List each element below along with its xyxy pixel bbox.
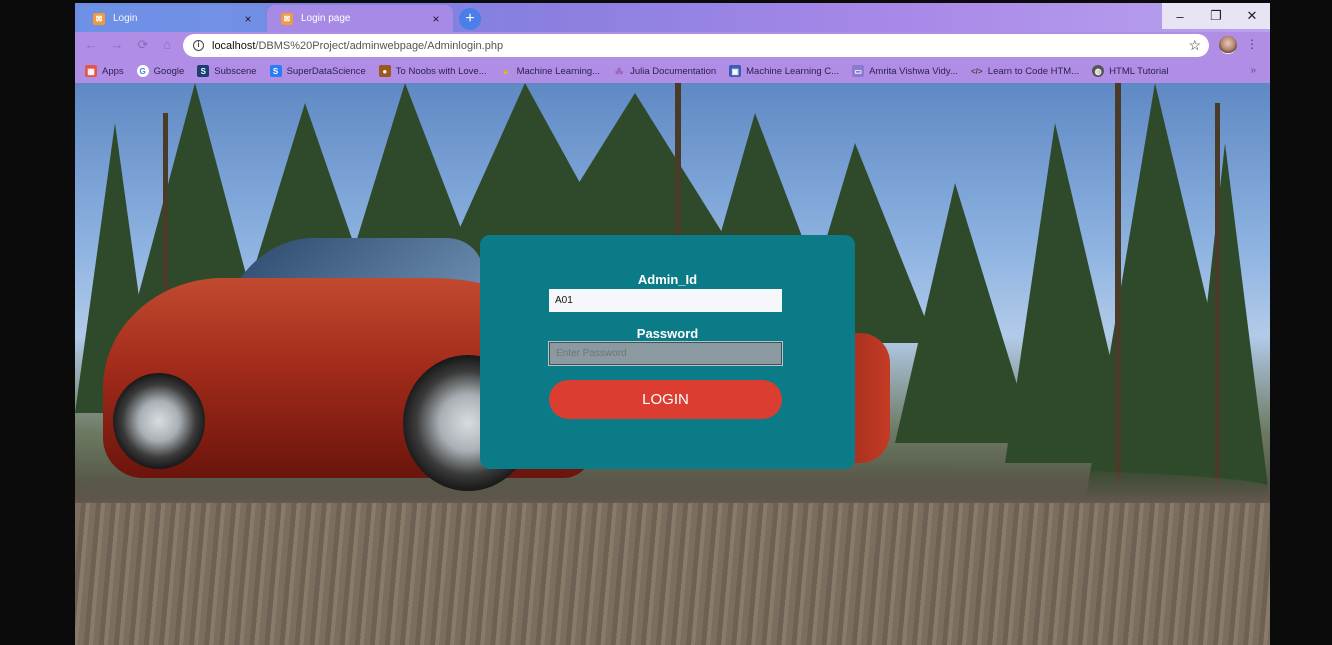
menu-icon[interactable]: ⋮ <box>1246 37 1258 53</box>
bookmark-label: Google <box>153 65 185 77</box>
bookmark-label: Learn to Code HTM... <box>987 65 1080 77</box>
url-path: /DBMS%20Project/adminwebpage/Adminlogin.… <box>255 39 504 52</box>
url-host: localhost <box>212 39 256 52</box>
bookmark-label: Julia Documentation <box>630 65 717 77</box>
login-card: Admin_Id Password LOGIN <box>480 235 855 469</box>
bookmark-superdatascience[interactable]: S SuperDataScience <box>269 65 366 77</box>
bookmarks-more-icon[interactable]: » <box>1250 65 1256 76</box>
apps-icon: ▦ <box>85 65 97 77</box>
bookmark-ml-course[interactable]: ▣ Machine Learning C... <box>729 65 839 77</box>
bookmark-label: Machine Learning... <box>516 65 601 77</box>
tab-close-icon[interactable]: × <box>241 12 255 26</box>
bookmark-julia[interactable]: ⁂ Julia Documentation <box>613 65 716 77</box>
url-text[interactable]: localhost/DBMS%20Project/adminwebpage/Ad… <box>212 40 503 52</box>
bookmark-label: HTML Tutorial <box>1109 65 1169 77</box>
info-icon[interactable]: i <box>193 40 204 51</box>
toolbar: ← → ⟳ ⌂ i localhost/DBMS%20Project/admin… <box>75 32 1270 59</box>
tab-title: Login <box>113 13 138 24</box>
minimize-button[interactable]: – <box>1162 3 1198 29</box>
bookmark-label: SuperDataScience <box>286 65 366 77</box>
bookmark-star-icon[interactable]: ☆ <box>1188 37 1201 54</box>
admin-id-input[interactable] <box>549 289 782 312</box>
bookmark-label: Machine Learning C... <box>746 65 840 77</box>
xampp-icon: ⊠ <box>281 12 293 25</box>
xampp-icon: ⊠ <box>93 12 105 25</box>
bookmark-apps[interactable]: ▦ Apps <box>85 65 124 77</box>
admin-id-label: Admin_Id <box>637 272 698 287</box>
tab-login-page[interactable]: ⊠ Login page × <box>267 5 453 32</box>
bookmark-learn-to-code[interactable]: </> Learn to Code HTM... <box>971 65 1079 77</box>
code-icon: </> <box>971 66 983 76</box>
bookmark-label: To Noobs with Love... <box>395 65 487 77</box>
bookmarks-bar: ▦ Apps G Google S Subscene S SuperDataScienc… <box>75 59 1270 83</box>
new-tab-button[interactable]: + <box>459 8 481 30</box>
close-window-button[interactable]: ✕ <box>1234 3 1270 29</box>
login-button[interactable]: LOGIN <box>549 380 782 419</box>
bookmark-label: Subscene <box>214 65 257 77</box>
amrita-icon: ▭ <box>852 65 865 77</box>
maximize-button[interactable]: ❐ <box>1198 3 1234 29</box>
password-label: Password <box>636 326 699 341</box>
car-front-wheel <box>113 373 205 469</box>
superdatascience-icon: S <box>269 65 282 77</box>
bookmark-html-tutorial[interactable]: ◍ HTML Tutorial <box>1092 65 1168 77</box>
drive-icon: ▲ <box>501 66 510 76</box>
tab-title: Login page <box>301 13 351 24</box>
ml-course-icon: ▣ <box>729 65 742 77</box>
noobs-icon: ● <box>378 65 391 77</box>
tab-close-icon[interactable]: × <box>429 12 443 26</box>
page-background: Admin_Id Password LOGIN <box>75 83 1270 645</box>
profile-avatar[interactable] <box>1219 36 1237 54</box>
bookmark-google[interactable]: G Google <box>136 65 185 77</box>
reload-icon[interactable]: ⟳ <box>135 37 151 53</box>
bookmark-label: Amrita Vishwa Vidy... <box>869 65 958 77</box>
subscene-icon: S <box>197 65 210 77</box>
browser-window: ⊠ Login × ⊠ Login page × + – ❐ ✕ ← → ⟳ ⌂… <box>75 3 1270 645</box>
back-icon[interactable]: ← <box>83 37 99 53</box>
rock-foreground <box>75 503 1270 645</box>
home-icon[interactable]: ⌂ <box>159 37 175 53</box>
bookmark-machine-learning[interactable]: ▲ Machine Learning... <box>500 65 600 77</box>
tab-strip: ⊠ Login × ⊠ Login page × + – ❐ ✕ <box>75 3 1270 32</box>
bookmark-noobs[interactable]: ● To Noobs with Love... <box>378 65 487 77</box>
bookmark-label: Apps <box>102 65 124 77</box>
julia-icon: ⁂ <box>615 66 624 76</box>
password-input[interactable] <box>548 341 783 366</box>
address-bar[interactable]: i localhost/DBMS%20Project/adminwebpage/… <box>183 34 1209 57</box>
forward-icon[interactable]: → <box>109 37 125 53</box>
bookmark-subscene[interactable]: S Subscene <box>197 65 257 77</box>
google-icon: G <box>136 65 149 77</box>
bookmark-amrita[interactable]: ▭ Amrita Vishwa Vidy... <box>852 65 958 77</box>
globe-icon: ◍ <box>1092 65 1105 77</box>
tab-login[interactable]: ⊠ Login × <box>79 5 265 32</box>
